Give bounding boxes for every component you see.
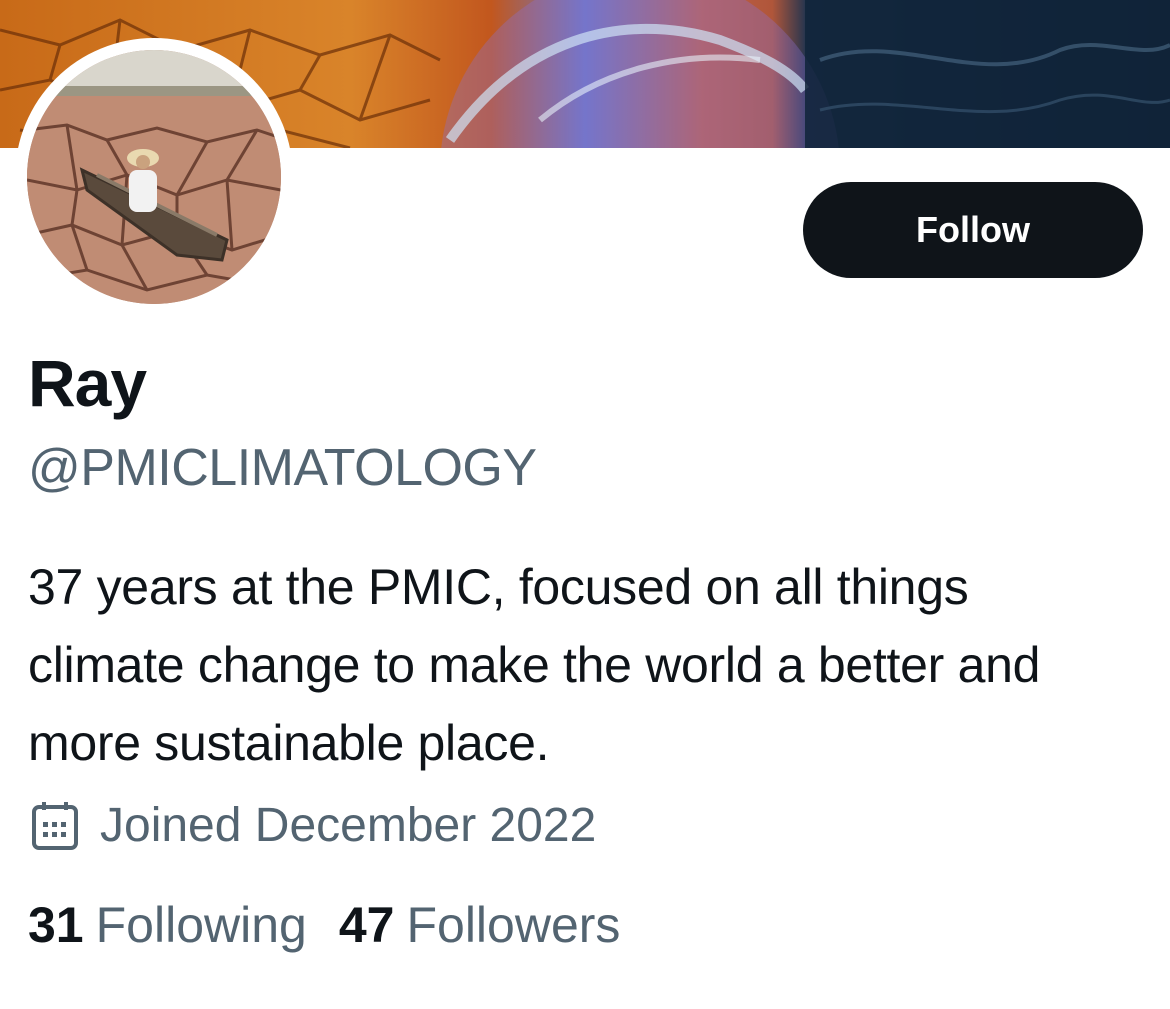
followers-link[interactable]: 47 Followers [339,896,621,954]
profile-handle: @PMICLIMATOLOGY [28,439,537,497]
followers-label: Followers [406,897,621,953]
following-label: Following [95,897,307,953]
profile-bio: 37 years at the PMIC, focused on all thi… [28,559,1041,771]
followers-count: 47 [338,897,395,953]
follow-button[interactable]: Follow [803,182,1143,278]
profile-name: Ray [28,346,147,420]
avatar-image [27,50,281,304]
joined-label: Joined December 2022 [100,799,597,852]
calendar-icon [32,801,78,850]
following-link[interactable]: 31 Following [28,896,307,954]
profile-stats: 31 Following 47 Followers [28,896,652,954]
avatar[interactable] [15,38,293,316]
joined-date: Joined December 2022 [30,798,596,853]
following-count: 31 [28,897,84,953]
